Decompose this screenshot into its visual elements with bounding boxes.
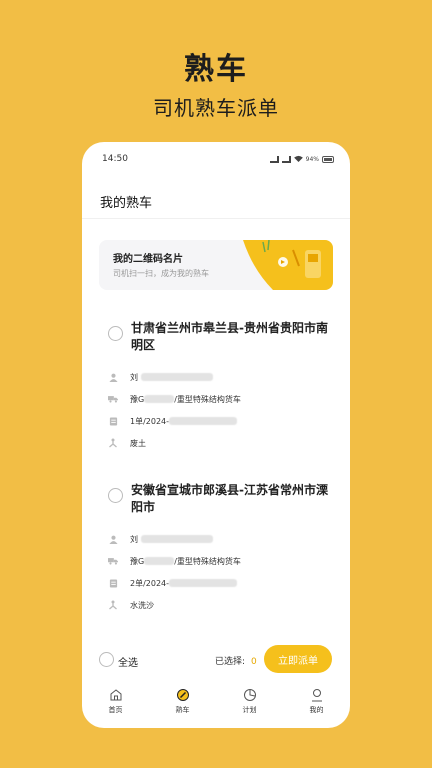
trips-text: 1单/2024- — [130, 416, 170, 426]
wifi-icon — [293, 155, 303, 164]
selected-count-label: 已选择: 0 — [215, 654, 257, 667]
driver-phone-redacted — [141, 373, 213, 381]
qr-card-title: 我的二维码名片 — [113, 254, 183, 265]
vehicle-type: /重型特殊结构货车 — [174, 556, 241, 566]
driver-phone-redacted — [141, 535, 213, 543]
select-all-radio[interactable] — [99, 652, 114, 667]
vehicle-type: /重型特殊结构货车 — [174, 394, 241, 404]
tab-label: 首页 — [108, 706, 123, 714]
cargo-row: 废土 — [108, 436, 146, 450]
trips-date-redacted — [169, 417, 238, 425]
order-route: 甘肃省兰州市皋兰县-贵州省贵阳市南明区 — [131, 321, 328, 352]
cargo-type: 水洗沙 — [130, 600, 154, 610]
tab-familiar-car[interactable]: 熟车 — [153, 684, 213, 728]
battery-percent: 94% — [305, 155, 319, 163]
order-select-radio[interactable] — [108, 326, 123, 341]
trips-text: 2单/2024- — [130, 578, 170, 588]
dispatch-button[interactable]: 立即派单 — [264, 645, 332, 673]
wheel-icon — [176, 689, 189, 701]
profile-icon — [311, 689, 322, 702]
home-icon — [110, 689, 121, 701]
selected-count: 0 — [251, 657, 257, 667]
tab-home[interactable]: 首页 — [86, 684, 146, 728]
trips-row: 1单/2024- — [108, 414, 238, 428]
tab-label: 我的 — [309, 706, 324, 714]
tab-profile[interactable]: 我的 — [287, 684, 347, 728]
cargo-icon — [108, 600, 118, 610]
status-time: 14:50 — [102, 154, 128, 164]
qr-card[interactable]: 我的二维码名片 司机扫一扫，成为我的熟车 — [99, 240, 333, 290]
driver-name: 刘 — [130, 534, 138, 544]
truck-icon — [108, 394, 118, 404]
document-icon — [108, 416, 118, 426]
title-divider — [82, 218, 350, 219]
person-icon — [108, 534, 118, 544]
vehicle-plate: 豫G — [130, 556, 145, 566]
qr-card-subtitle: 司机扫一扫，成为我的熟车 — [113, 269, 209, 278]
tab-label: 熟车 — [175, 706, 190, 714]
driver-row: 刘 — [108, 532, 213, 546]
cargo-row: 水洗沙 — [108, 598, 154, 612]
status-bar: 14:50 94% — [82, 142, 350, 176]
select-all-label[interactable]: 全选 — [118, 654, 138, 669]
status-icons: 94% — [269, 155, 334, 164]
selection-footer: 全选 已选择: 0 立即派单 — [82, 642, 350, 682]
cargo-type: 废土 — [130, 438, 146, 448]
battery-icon — [322, 155, 334, 163]
plan-icon — [243, 689, 256, 701]
driver-row: 刘 — [108, 370, 213, 384]
bottom-tab-bar: 首页 熟车 计划 我的 — [82, 684, 350, 728]
vehicle-plate-redacted — [144, 395, 175, 403]
order-select-radio[interactable] — [108, 488, 123, 503]
vehicle-plate: 豫G — [130, 394, 145, 404]
cargo-icon — [108, 438, 118, 448]
person-icon — [108, 372, 118, 382]
vehicle-row: 豫G /重型特殊结构货车 — [108, 392, 241, 406]
phone-screen: 14:50 94% 我的熟车 我的二维码名片 司机扫一扫，成为我的熟车 甘肃省兰… — [82, 142, 350, 728]
driver-name: 刘 — [130, 372, 138, 382]
vehicle-plate-redacted — [144, 557, 175, 565]
hero-subtitle: 司机熟车派单 — [153, 96, 279, 120]
hero-title: 熟车 — [184, 52, 248, 87]
qr-card-illustration — [243, 240, 333, 290]
signal-icon — [269, 155, 279, 163]
tab-plan[interactable]: 计划 — [220, 684, 280, 728]
signal-icon-2 — [281, 155, 291, 163]
vehicle-row: 豫G /重型特殊结构货车 — [108, 554, 241, 568]
tab-label: 计划 — [242, 706, 257, 714]
document-icon — [108, 578, 118, 588]
order-route: 安徽省宣城市郎溪县-江苏省常州市溧阳市 — [131, 483, 328, 514]
trips-date-redacted — [169, 579, 238, 587]
selected-label-text: 已选择: — [215, 657, 246, 667]
page-title: 我的熟车 — [100, 196, 153, 211]
truck-icon — [108, 556, 118, 566]
trips-row: 2单/2024- — [108, 576, 238, 590]
